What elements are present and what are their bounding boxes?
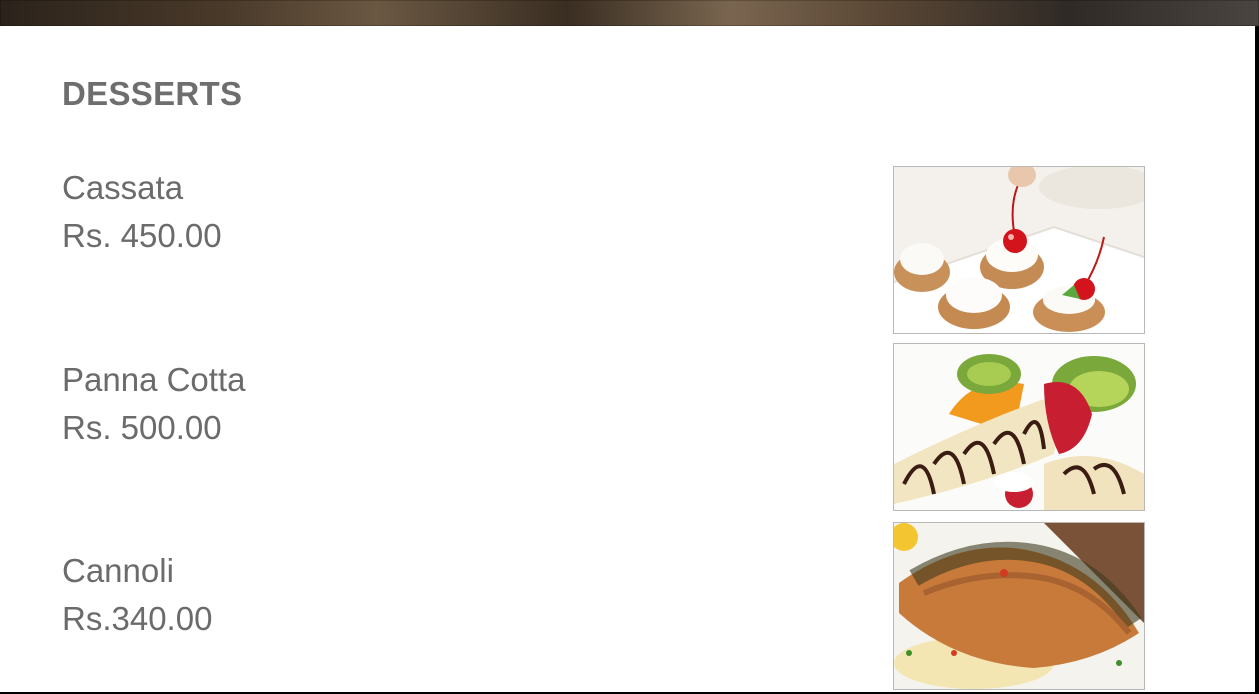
- menu-item-price: Rs. 450.00: [62, 217, 222, 254]
- dessert-image-panna-cotta: [893, 343, 1145, 511]
- section-title: DESSERTS: [62, 75, 243, 112]
- cherry-tarts-photo-icon: [894, 167, 1144, 333]
- menu-item-name: Cassata: [62, 169, 184, 206]
- menu-item-name: Panna Cotta: [62, 361, 246, 398]
- menu-item-name: Cannoli: [62, 552, 174, 589]
- menu-item: Cannoli Rs.340.00: [62, 547, 212, 643]
- menu-item: Cassata Rs. 450.00: [62, 164, 222, 260]
- menu-panel: DESSERTS Cassata Rs. 450.00 Panna Cotta …: [0, 26, 1255, 692]
- dessert-image-cassata: [893, 166, 1145, 334]
- menu-item-price: Rs.340.00: [62, 600, 213, 637]
- grilled-fish-photo-icon: [894, 523, 1144, 689]
- dessert-image-cannoli: [893, 522, 1145, 690]
- crepe-fruit-photo-icon: [894, 344, 1144, 510]
- hero-background-strip: [0, 0, 1259, 26]
- menu-item: Panna Cotta Rs. 500.00: [62, 356, 245, 452]
- menu-item-price: Rs. 500.00: [62, 409, 222, 446]
